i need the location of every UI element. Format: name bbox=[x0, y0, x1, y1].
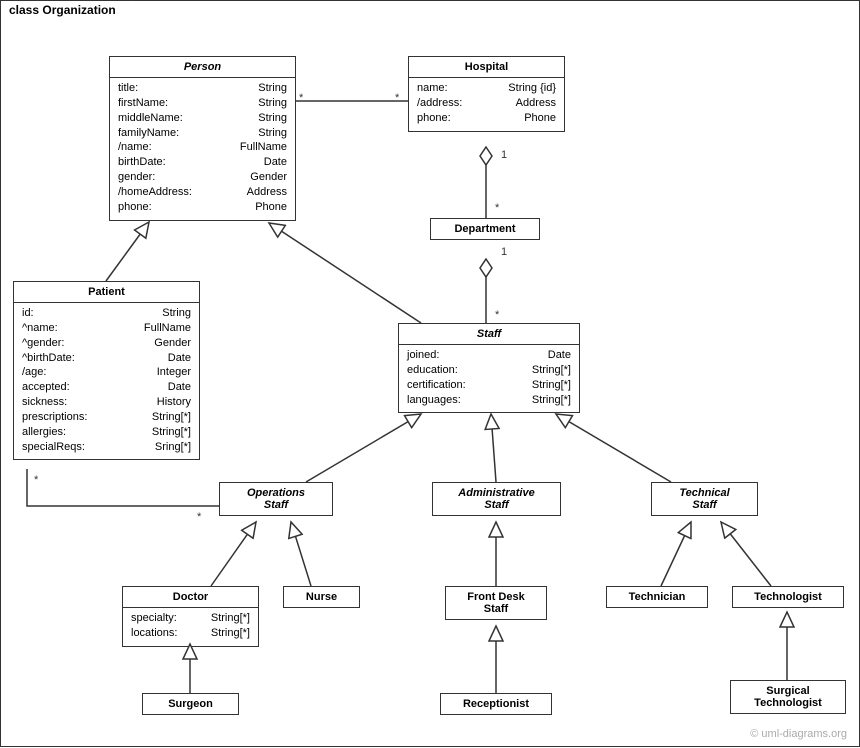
class-surgeon-title: Surgeon bbox=[143, 694, 238, 714]
class-department: Department bbox=[430, 218, 540, 240]
attr-row: familyName:String bbox=[118, 126, 287, 141]
class-staff-attrs: joined:Dateeducation:String[*]certificat… bbox=[399, 345, 579, 412]
attr-row: ^birthDate:Date bbox=[22, 351, 191, 366]
class-frontdesk-title: Front DeskStaff bbox=[446, 587, 546, 619]
class-patient: Patient id:String^name:FullName^gender:G… bbox=[13, 281, 200, 460]
class-staff-title: Staff bbox=[399, 324, 579, 345]
attr-row: phone:Phone bbox=[118, 200, 287, 215]
attr-row: /age:Integer bbox=[22, 365, 191, 380]
class-nurse: Nurse bbox=[283, 586, 360, 608]
class-admin-title: AdministrativeStaff bbox=[433, 483, 560, 515]
watermark: © uml-diagrams.org bbox=[750, 728, 847, 740]
attr-row: firstName:String bbox=[118, 96, 287, 111]
attr-row: ^name:FullName bbox=[22, 321, 191, 336]
class-person-attrs: title:StringfirstName:StringmiddleName:S… bbox=[110, 78, 295, 220]
attr-row: certification:String[*] bbox=[407, 378, 571, 393]
attr-row: id:String bbox=[22, 306, 191, 321]
attr-row: prescriptions:String[*] bbox=[22, 410, 191, 425]
attr-row: name:String {id} bbox=[417, 81, 556, 96]
mult-one: 1 bbox=[501, 246, 507, 258]
attr-row: /address:Address bbox=[417, 96, 556, 111]
class-department-title: Department bbox=[431, 219, 539, 239]
attr-row: birthDate:Date bbox=[118, 155, 287, 170]
mult-one: 1 bbox=[501, 149, 507, 161]
mult-star: * bbox=[495, 202, 499, 214]
mult-star: * bbox=[495, 309, 499, 321]
class-tech-title: TechnicalStaff bbox=[652, 483, 757, 515]
class-nurse-title: Nurse bbox=[284, 587, 359, 607]
class-patient-attrs: id:String^name:FullName^gender:Gender^bi… bbox=[14, 303, 199, 459]
attr-row: title:String bbox=[118, 81, 287, 96]
mult-star: * bbox=[395, 92, 399, 104]
class-receptionist-title: Receptionist bbox=[441, 694, 551, 714]
class-doctor-attrs: specialty:String[*]locations:String[*] bbox=[123, 608, 258, 646]
mult-star: * bbox=[197, 511, 201, 523]
attr-row: allergies:String[*] bbox=[22, 425, 191, 440]
class-patient-title: Patient bbox=[14, 282, 199, 303]
attr-row: joined:Date bbox=[407, 348, 571, 363]
attr-row: locations:String[*] bbox=[131, 626, 250, 641]
class-frontdesk: Front DeskStaff bbox=[445, 586, 547, 620]
attr-row: accepted:Date bbox=[22, 380, 191, 395]
class-technologist: Technologist bbox=[732, 586, 844, 608]
class-surgtech-title: SurgicalTechnologist bbox=[731, 681, 845, 713]
class-receptionist: Receptionist bbox=[440, 693, 552, 715]
attr-row: sickness:History bbox=[22, 395, 191, 410]
attr-row: /name:FullName bbox=[118, 140, 287, 155]
attr-row: ^gender:Gender bbox=[22, 336, 191, 351]
attr-row: /homeAddress:Address bbox=[118, 185, 287, 200]
class-ops-staff: OperationsStaff bbox=[219, 482, 333, 516]
diagram-frame: class Organization Person title:Stringfi… bbox=[0, 0, 860, 747]
class-staff: Staff joined:Dateeducation:String[*]cert… bbox=[398, 323, 580, 413]
class-hospital: Hospital name:String {id}/address:Addres… bbox=[408, 56, 565, 132]
class-surgeon: Surgeon bbox=[142, 693, 239, 715]
class-surgtech: SurgicalTechnologist bbox=[730, 680, 846, 714]
class-tech-staff: TechnicalStaff bbox=[651, 482, 758, 516]
attr-row: education:String[*] bbox=[407, 363, 571, 378]
attr-row: specialty:String[*] bbox=[131, 611, 250, 626]
class-ops-title: OperationsStaff bbox=[220, 483, 332, 515]
frame-title: class Organization bbox=[0, 0, 133, 19]
class-hospital-attrs: name:String {id}/address:Addressphone:Ph… bbox=[409, 78, 564, 131]
attr-row: middleName:String bbox=[118, 111, 287, 126]
class-technician-title: Technician bbox=[607, 587, 707, 607]
class-admin-staff: AdministrativeStaff bbox=[432, 482, 561, 516]
attr-row: gender:Gender bbox=[118, 170, 287, 185]
class-doctor-title: Doctor bbox=[123, 587, 258, 608]
class-technician: Technician bbox=[606, 586, 708, 608]
mult-star: * bbox=[299, 92, 303, 104]
class-technologist-title: Technologist bbox=[733, 587, 843, 607]
class-doctor: Doctor specialty:String[*]locations:Stri… bbox=[122, 586, 259, 647]
attr-row: phone:Phone bbox=[417, 111, 556, 126]
class-person-title: Person bbox=[110, 57, 295, 78]
attr-row: languages:String[*] bbox=[407, 393, 571, 408]
class-person: Person title:StringfirstName:Stringmiddl… bbox=[109, 56, 296, 221]
class-hospital-title: Hospital bbox=[409, 57, 564, 78]
mult-star: * bbox=[34, 474, 38, 486]
attr-row: specialReqs:Sring[*] bbox=[22, 440, 191, 455]
